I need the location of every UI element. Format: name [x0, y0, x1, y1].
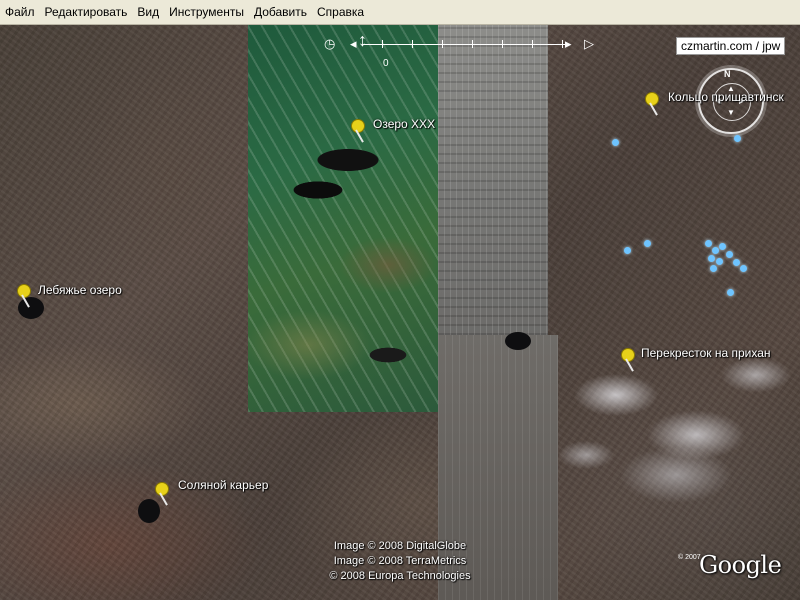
- url-label: czmartin.com / jpw: [676, 37, 786, 55]
- menu-view[interactable]: Вид: [132, 0, 164, 24]
- placemark-pin-icon[interactable]: [618, 348, 636, 374]
- slider-handle-icon[interactable]: ↕: [358, 31, 367, 49]
- cloud-cover: [556, 315, 800, 515]
- menu-tools[interactable]: Инструменты: [164, 0, 249, 24]
- slider-tick: [562, 40, 563, 48]
- map-marker-blue[interactable]: [740, 265, 747, 272]
- image-overlay-green: [248, 25, 438, 412]
- slider-zero-label: 0: [383, 58, 389, 69]
- compass-north-label[interactable]: N: [724, 69, 731, 79]
- menu-bar: Файл Редактировать Вид Инструменты Добав…: [0, 0, 800, 25]
- google-logo: Google: [699, 551, 782, 579]
- map-marker-blue[interactable]: [708, 255, 715, 262]
- map-marker-blue[interactable]: [712, 247, 719, 254]
- placemark-pin-icon[interactable]: [152, 482, 170, 508]
- map-marker-blue[interactable]: [719, 243, 726, 250]
- menu-add[interactable]: Добавить: [249, 0, 312, 24]
- map-marker-blue[interactable]: [727, 289, 734, 296]
- slider-left-arrow-icon[interactable]: ◂: [350, 37, 357, 50]
- lake-small: [505, 332, 531, 350]
- map-marker-blue[interactable]: [624, 247, 631, 254]
- slider-end-icon[interactable]: ▷: [584, 37, 594, 50]
- menu-file[interactable]: Файл: [0, 0, 40, 24]
- map-marker-blue[interactable]: [733, 259, 740, 266]
- slider-tick: [412, 40, 413, 48]
- map-marker-blue[interactable]: [710, 265, 717, 272]
- placemark-pin-icon[interactable]: [348, 119, 366, 145]
- slider-track[interactable]: [362, 44, 567, 45]
- slider-tick: [382, 40, 383, 48]
- slider-tick: [532, 40, 533, 48]
- placemark-label-salt-quarry[interactable]: Соляной карьер: [178, 478, 268, 492]
- map-marker-blue[interactable]: [734, 135, 741, 142]
- menu-help[interactable]: Справка: [312, 0, 369, 24]
- map-viewport[interactable]: ◷ ◂ ↕ 0 ▸ ▷ czmartin.com / jpw N ▲ ▼ ◀ ▶…: [0, 25, 800, 600]
- small-copyright: © 2007: [678, 554, 701, 561]
- slider-tick: [442, 40, 443, 48]
- placemark-pin-icon[interactable]: [14, 284, 32, 310]
- placemark-label-ring[interactable]: Кольцо пришавтинск: [668, 90, 784, 104]
- map-marker-blue[interactable]: [644, 240, 651, 247]
- slider-right-arrow-icon[interactable]: ▸: [565, 37, 572, 50]
- map-marker-blue[interactable]: [716, 258, 723, 265]
- placemark-label-swan-lake[interactable]: Лебяжье озеро: [38, 283, 122, 297]
- imagery-credit-terrametrics: Image © 2008 TerraMetrics: [333, 555, 467, 567]
- placemark-label-lake-xxx[interactable]: Озеро XXX: [373, 117, 435, 131]
- time-slider[interactable]: ◷ ◂ ↕ 0 ▸ ▷: [322, 31, 602, 75]
- slider-tick: [472, 40, 473, 48]
- placemark-label-crossroad[interactable]: Перекресток на прихан: [641, 346, 771, 360]
- compass-down-icon[interactable]: ▼: [727, 108, 735, 117]
- clock-icon[interactable]: ◷: [324, 37, 335, 50]
- map-marker-blue[interactable]: [726, 251, 733, 258]
- map-marker-blue[interactable]: [612, 139, 619, 146]
- imagery-credit-digitalglobe: Image © 2008 DigitalGlobe: [333, 540, 467, 552]
- placemark-pin-icon[interactable]: [642, 92, 660, 118]
- imagery-credit-europa: © 2008 Europa Technologies: [329, 570, 471, 582]
- menu-edit[interactable]: Редактировать: [40, 0, 133, 24]
- slider-tick: [502, 40, 503, 48]
- map-marker-blue[interactable]: [705, 240, 712, 247]
